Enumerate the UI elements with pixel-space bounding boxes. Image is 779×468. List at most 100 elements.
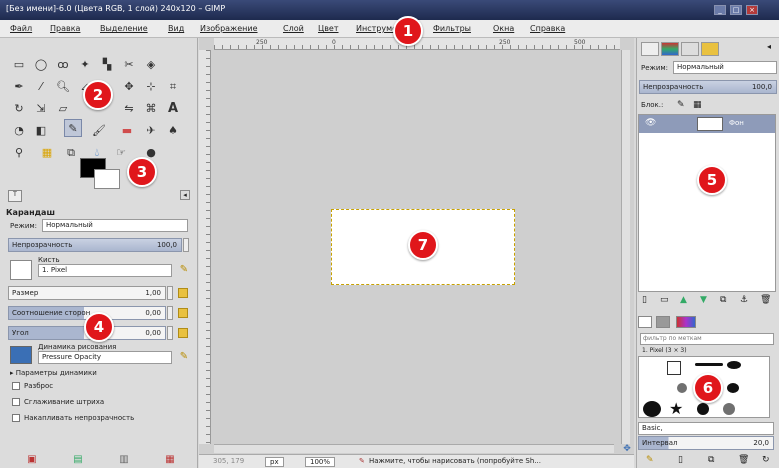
- brush-set-select[interactable]: Basic,: [638, 422, 774, 435]
- duplicate-brush-icon[interactable]: ⧉: [708, 455, 714, 465]
- eraser-icon[interactable]: ▬: [118, 122, 136, 140]
- dynamics-preview[interactable]: [10, 346, 32, 364]
- unit-select[interactable]: px: [265, 457, 284, 467]
- delete-layer-icon[interactable]: 🗑︎: [760, 295, 771, 305]
- lock-pixels-icon[interactable]: ✎: [677, 100, 685, 110]
- brush-item[interactable]: [695, 363, 723, 366]
- brush-item[interactable]: [667, 361, 681, 375]
- size-slider[interactable]: Размер 1,00: [8, 286, 166, 300]
- layer-visibility-icon[interactable]: 👁︎: [645, 118, 656, 128]
- dynamics-select[interactable]: Pressure Opacity: [38, 351, 172, 364]
- menu-image[interactable]: Изображение: [200, 24, 258, 33]
- brush-item[interactable]: [727, 361, 741, 369]
- new-brush-icon[interactable]: ▯: [678, 455, 683, 465]
- delete-brush-icon[interactable]: 🗑︎: [738, 455, 749, 465]
- ellipse-select-icon[interactable]: ◯: [32, 56, 50, 74]
- configure-tab-icon[interactable]: ◂: [180, 190, 190, 200]
- bucket-fill-icon[interactable]: ◔: [10, 122, 28, 140]
- ink-icon[interactable]: ♠: [164, 122, 182, 140]
- flip-icon[interactable]: ⇋: [120, 100, 138, 118]
- edit-brush-icon[interactable]: ✎: [178, 264, 190, 276]
- edit-brush-dock-icon[interactable]: ✎: [646, 455, 654, 465]
- refresh-brushes-icon[interactable]: ↻: [762, 455, 770, 465]
- pencil-icon[interactable]: ✎: [64, 119, 82, 137]
- edit-dynamics-icon[interactable]: ✎: [178, 351, 190, 363]
- menu-view[interactable]: Вид: [168, 24, 184, 33]
- menu-file[interactable]: Файл: [10, 24, 32, 33]
- aspect-spinner[interactable]: [167, 306, 173, 320]
- star-brush-icon[interactable]: ★: [669, 399, 683, 418]
- blend-icon[interactable]: ◧: [32, 122, 50, 140]
- brush-tag-filter[interactable]: фильтр по меткам: [640, 333, 774, 345]
- crop-icon[interactable]: ⌗: [164, 78, 182, 96]
- opacity-slider[interactable]: Непрозрачность 100,0: [8, 238, 182, 252]
- menu-edit[interactable]: Правка: [50, 24, 80, 33]
- foreground-select-icon[interactable]: ◈: [142, 56, 160, 74]
- menu-colors[interactable]: Цвет: [318, 24, 339, 33]
- reset-options-icon[interactable]: ▦: [164, 454, 176, 466]
- save-options-icon[interactable]: ▣: [26, 454, 38, 466]
- layer-row[interactable]: 👁︎ Фон: [639, 115, 775, 133]
- heal-icon[interactable]: ▦: [38, 144, 56, 162]
- zoom-icon[interactable]: 🔍︎: [54, 78, 72, 96]
- size-spinner[interactable]: [167, 286, 173, 300]
- raise-layer-icon[interactable]: ▲: [680, 295, 687, 305]
- move-icon[interactable]: ✥: [120, 78, 138, 96]
- tool-options-tab[interactable]: T: [8, 190, 22, 202]
- paths-tab-icon[interactable]: [681, 42, 699, 56]
- brush-item[interactable]: [723, 403, 735, 415]
- aspect-reset-icon[interactable]: [178, 308, 188, 318]
- brush-item[interactable]: [677, 383, 687, 393]
- cage-icon[interactable]: ⌘: [142, 100, 160, 118]
- background-color-swatch[interactable]: [94, 169, 120, 189]
- color-select-icon[interactable]: ▚: [98, 56, 116, 74]
- duplicate-layer-icon[interactable]: ⧉: [720, 295, 726, 305]
- opacity-spinner[interactable]: [183, 238, 189, 252]
- jitter-checkbox[interactable]: [12, 382, 20, 390]
- brush-select[interactable]: 1. Pixel: [38, 264, 172, 277]
- rotate-icon[interactable]: ↻: [10, 100, 28, 118]
- zoom-select[interactable]: 100%: [305, 457, 336, 467]
- clone-icon[interactable]: ⚲: [10, 144, 28, 162]
- scissors-icon[interactable]: ✂: [120, 56, 138, 74]
- angle-spinner[interactable]: [167, 326, 173, 340]
- new-layer-icon[interactable]: ▯: [642, 295, 647, 305]
- layer-mode-select[interactable]: Нормальный: [673, 61, 777, 74]
- maximize-button[interactable]: □: [730, 5, 742, 15]
- incremental-checkbox[interactable]: [12, 414, 20, 422]
- paintbrush-icon[interactable]: 🖌︎: [90, 122, 108, 140]
- layer-opacity-slider[interactable]: Непрозрачность 100,0: [639, 80, 777, 94]
- fuzzy-select-icon[interactable]: ✦: [76, 56, 94, 74]
- scale-icon[interactable]: ⇲: [32, 100, 50, 118]
- perspective-clone-icon[interactable]: ⧉: [62, 144, 80, 162]
- align-icon[interactable]: ⊹: [142, 78, 160, 96]
- menu-select[interactable]: Выделение: [100, 24, 148, 33]
- patterns-tab-icon[interactable]: [656, 316, 670, 328]
- dynamics-options-expander[interactable]: ▸ Параметры динамики: [10, 369, 97, 377]
- brush-item[interactable]: [727, 383, 739, 393]
- smooth-checkbox[interactable]: [12, 398, 20, 406]
- delete-options-icon[interactable]: ▥: [118, 454, 130, 466]
- menu-windows[interactable]: Окна: [493, 24, 514, 33]
- menu-filters[interactable]: Фильтры: [433, 24, 471, 33]
- brush-item[interactable]: [697, 403, 709, 415]
- channels-tab-icon[interactable]: [661, 42, 679, 56]
- text-tool-icon[interactable]: A: [164, 100, 182, 118]
- navigate-icon[interactable]: ✥: [621, 444, 633, 454]
- restore-options-icon[interactable]: ▤: [72, 454, 84, 466]
- menu-help[interactable]: Справка: [530, 24, 565, 33]
- menu-layer[interactable]: Слой: [283, 24, 304, 33]
- paths-icon[interactable]: ✒: [10, 78, 28, 96]
- brushes-tab-icon[interactable]: [638, 316, 652, 328]
- brush-item[interactable]: [643, 401, 661, 417]
- gradients-tab-icon[interactable]: [676, 316, 696, 328]
- minimize-button[interactable]: _: [714, 5, 726, 15]
- color-picker-icon[interactable]: ⁄: [32, 78, 50, 96]
- layers-tab-icon[interactable]: [641, 42, 659, 56]
- lock-alpha-icon[interactable]: ▦: [693, 100, 702, 110]
- mode-select[interactable]: Нормальный: [42, 219, 188, 232]
- undo-tab-icon[interactable]: [701, 42, 719, 56]
- vertical-scrollbar[interactable]: [621, 50, 630, 444]
- airbrush-icon[interactable]: ✈: [142, 122, 160, 140]
- close-button[interactable]: ×: [746, 5, 758, 15]
